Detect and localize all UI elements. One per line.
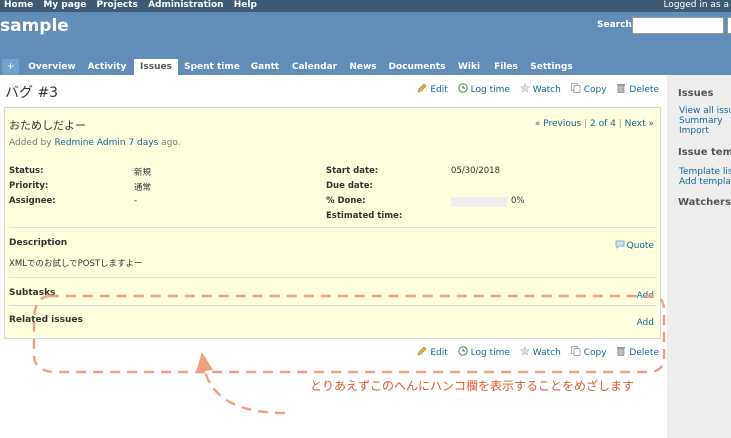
sidebar-watchers-heading: Watchers (	[678, 197, 731, 208]
watch-link[interactable]: Watch	[519, 345, 561, 358]
top-menu-help[interactable]: Help	[234, 0, 257, 10]
edit-link[interactable]: Edit	[417, 83, 448, 95]
tab-overview[interactable]: Overview	[25, 59, 79, 75]
clock-icon	[457, 346, 468, 356]
sidebar-import[interactable]: Import	[679, 126, 709, 136]
status-label: Status:	[9, 166, 44, 176]
sidebar-template-list[interactable]: Template list	[679, 167, 731, 177]
top-menu-home[interactable]: Home	[4, 0, 33, 10]
top-menu: Home My page Projects Administration Hel…	[0, 0, 731, 12]
issue-subject: おためしだよー	[9, 119, 86, 132]
copy-icon	[570, 83, 581, 93]
sidebar-issues-heading: Issues	[678, 88, 714, 99]
add-subtask-link[interactable]: Add	[637, 291, 654, 301]
issue-navigation: « Previous | 2 of 4 | Next »	[534, 119, 654, 129]
related-issues-heading: Related issues	[9, 315, 83, 325]
done-label: % Done:	[326, 196, 366, 206]
age-link[interactable]: 7 days	[128, 138, 158, 148]
done-value: 0%	[511, 196, 525, 206]
tab-documents[interactable]: Documents	[386, 59, 448, 75]
edit-link[interactable]: Edit	[417, 346, 448, 358]
search-input[interactable]	[632, 17, 724, 34]
copy-link[interactable]: Copy	[570, 83, 607, 95]
contextual-top: Edit Log time Watch Copy Delete	[410, 82, 659, 95]
start-date-value: 05/30/2018	[451, 166, 500, 176]
star-icon	[519, 82, 530, 93]
log-time-link[interactable]: Log time	[457, 83, 510, 95]
add-related-issue-link[interactable]: Add	[637, 318, 654, 328]
description-heading: Description	[9, 238, 68, 248]
sidebar: Issues View all issue Summary Import Iss…	[667, 75, 731, 438]
assignee-value: -	[134, 196, 138, 206]
estimated-time-label: Estimated time:	[326, 211, 403, 221]
issue-heading: バグ #3	[5, 85, 59, 101]
project-title[interactable]: sample	[0, 16, 69, 36]
tab-spent-time[interactable]: Spent time	[181, 59, 243, 75]
progress-bar	[451, 197, 507, 207]
trash-icon	[616, 346, 626, 356]
top-menu-my-page[interactable]: My page	[43, 0, 86, 10]
tab-news[interactable]: News	[345, 59, 381, 75]
divider	[9, 305, 656, 306]
star-icon	[519, 345, 530, 356]
annotation-text: とりあえずこのへんにハンコ欄を表示することをめざします	[310, 379, 635, 393]
tab-activity[interactable]: Activity	[84, 59, 130, 75]
contextual-bottom: Edit Log time Watch Copy Delete	[410, 345, 659, 358]
delete-link[interactable]: Delete	[616, 346, 659, 358]
comment-icon	[615, 240, 625, 252]
assignee-label: Assignee:	[9, 196, 56, 206]
project-jump-select[interactable]	[727, 17, 731, 34]
tab-settings[interactable]: Settings	[527, 59, 576, 75]
status-value: 新規	[134, 168, 152, 178]
due-date-label: Due date:	[326, 181, 373, 191]
tab-wiki[interactable]: Wiki	[453, 59, 485, 75]
tab-files[interactable]: Files	[489, 59, 523, 75]
sidebar-issue-templates-heading: Issue templ	[678, 147, 731, 158]
tab-calendar[interactable]: Calendar	[288, 59, 341, 75]
pencil-icon	[417, 83, 427, 93]
previous-link[interactable]: « Previous	[535, 119, 581, 129]
pencil-icon	[417, 346, 427, 356]
issue-box: おためしだよー « Previous | 2 of 4 | Next » Add…	[4, 107, 661, 339]
new-object-button[interactable]: +	[2, 59, 19, 75]
description-text: XMLでのお試しでPOSTしますよー	[9, 259, 143, 269]
divider	[9, 277, 656, 278]
log-time-link[interactable]: Log time	[457, 346, 510, 358]
tab-gantt[interactable]: Gantt	[246, 59, 284, 75]
trash-icon	[616, 83, 626, 93]
issue-position-link[interactable]: 2 of 4	[590, 119, 616, 129]
copy-link[interactable]: Copy	[570, 346, 607, 358]
top-menu-administration[interactable]: Administration	[148, 0, 224, 10]
top-menu-projects[interactable]: Projects	[97, 0, 138, 10]
sidebar-add-template[interactable]: Add template	[679, 177, 731, 187]
divider	[9, 227, 656, 228]
next-link[interactable]: Next »	[625, 119, 654, 129]
subtasks-heading: Subtasks	[9, 288, 56, 298]
author-link[interactable]: Redmine Admin	[54, 138, 125, 148]
sidebar-view-all-issues[interactable]: View all issue	[679, 106, 731, 116]
quote-link[interactable]: Quote	[615, 240, 654, 252]
issue-author-line: Added by Redmine Admin 7 days ago.	[9, 138, 181, 148]
sidebar-summary[interactable]: Summary	[679, 116, 723, 126]
header: sample Search: + Overview Activity Issue…	[0, 12, 731, 75]
tab-issues[interactable]: Issues	[134, 59, 178, 75]
search-label: Search:	[597, 20, 636, 30]
copy-icon	[570, 346, 581, 356]
main-menu: + Overview Activity Issues Spent time Ga…	[0, 59, 731, 75]
priority-label: Priority:	[9, 181, 49, 191]
logged-in-as: Logged in as a	[663, 0, 729, 10]
watch-link[interactable]: Watch	[519, 82, 561, 95]
delete-link[interactable]: Delete	[616, 83, 659, 95]
priority-value: 通常	[134, 183, 152, 193]
start-date-label: Start date:	[326, 166, 379, 176]
clock-icon	[457, 83, 468, 93]
